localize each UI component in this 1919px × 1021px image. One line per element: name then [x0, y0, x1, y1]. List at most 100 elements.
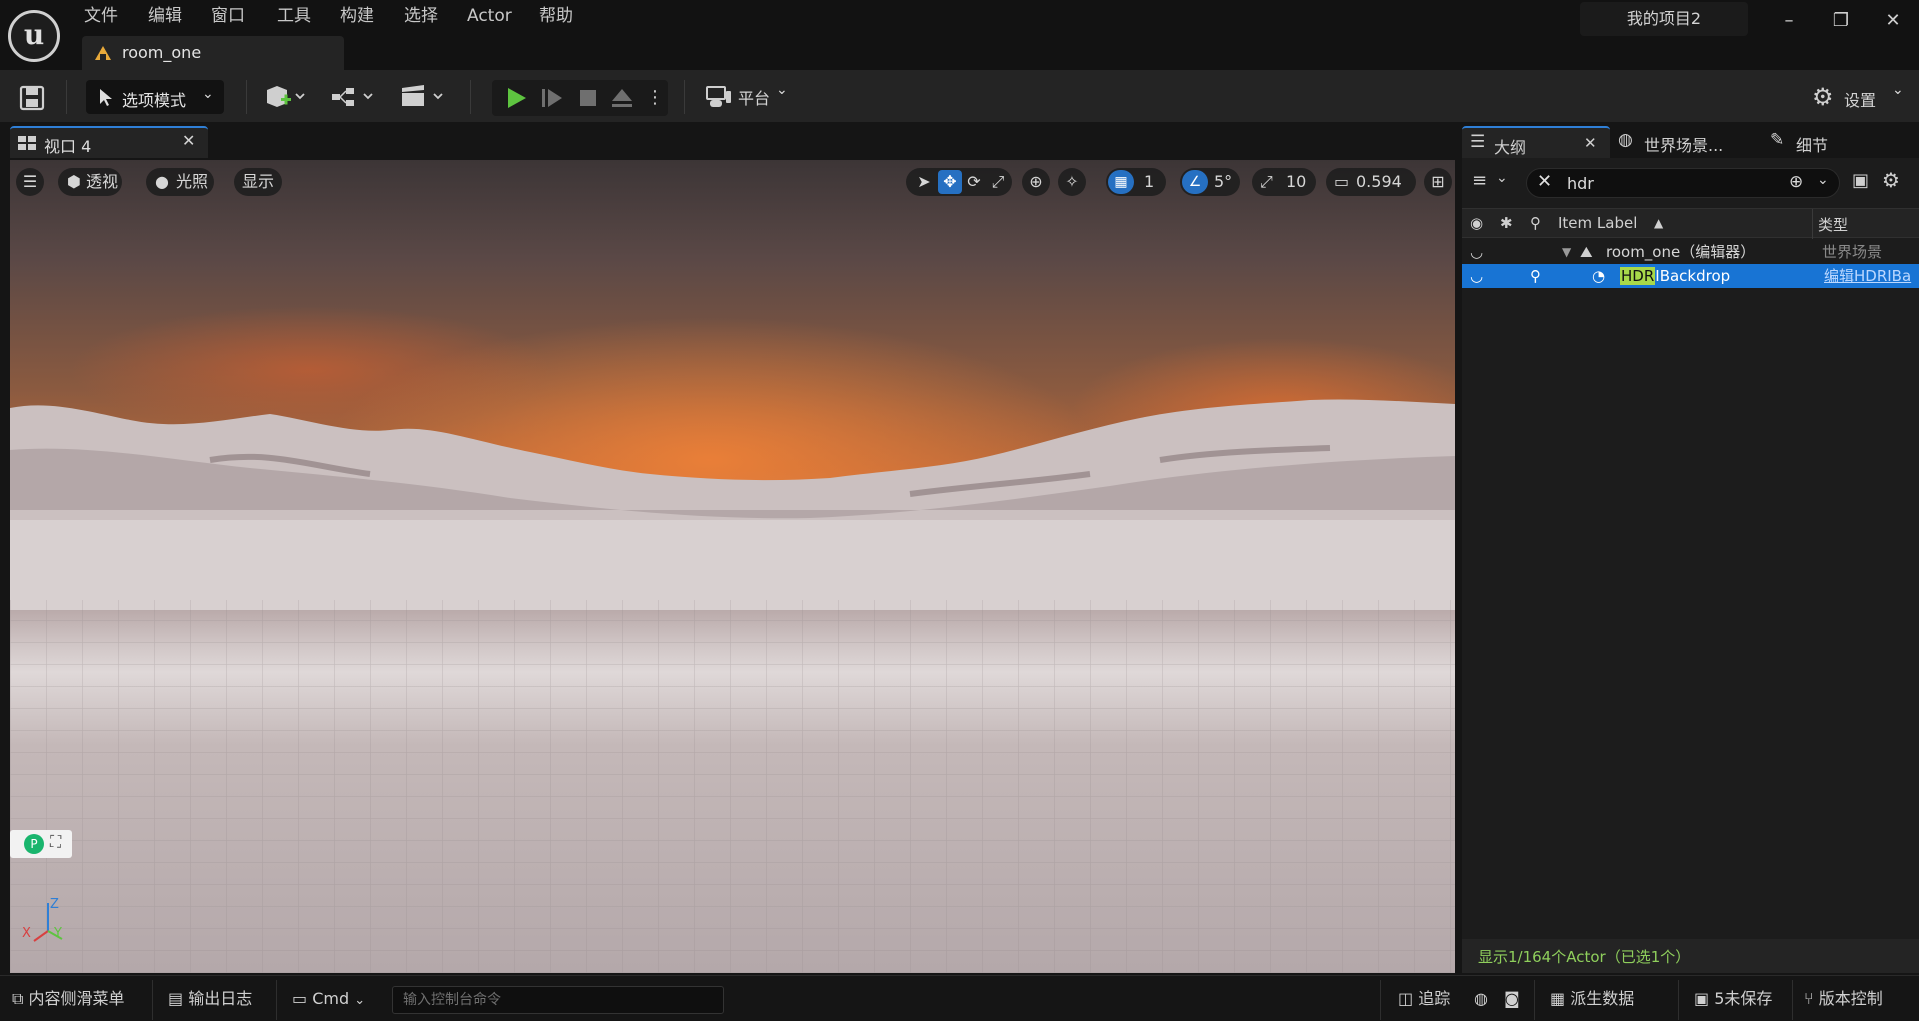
- world-space-icon[interactable]: ⊕: [1022, 168, 1050, 196]
- output-log-label: 输出日志: [188, 989, 253, 1008]
- content-drawer-button[interactable]: ⧉ 内容侧滑菜单: [12, 984, 125, 1014]
- add-folder-icon[interactable]: ▣: [1852, 170, 1869, 191]
- log-icon: ▤: [168, 989, 184, 1008]
- add-filter-icon[interactable]: ⊕: [1789, 172, 1803, 192]
- chevron-down-icon[interactable]: ⌄: [1817, 172, 1829, 188]
- globe-icon: ◍: [1618, 130, 1633, 150]
- tab-outliner[interactable]: ☰ 大纲 ✕: [1462, 126, 1610, 158]
- status-bottom-bar: ⧉ 内容侧滑菜单 ▤ 输出日志 ▭ Cmd ⌄ ◫ 追踪 ◍ ◙ ▦ 派生数据 …: [0, 975, 1919, 1021]
- bottom-separator: [1678, 980, 1679, 1020]
- source-control-button[interactable]: ⑂ 版本控制: [1804, 984, 1883, 1014]
- advance-frame-icon[interactable]: [540, 86, 564, 110]
- platform-icon: [706, 86, 731, 107]
- live-coding-icon[interactable]: ◍: [1474, 984, 1488, 1014]
- outliner-column-header: ◉ ✱ ⚲ Item Label ▲ 类型: [1462, 208, 1919, 239]
- more-options-icon[interactable]: ⋮: [646, 84, 664, 112]
- unreal-logo-icon[interactable]: u: [8, 10, 60, 62]
- clear-search-icon[interactable]: ✕: [1537, 171, 1552, 192]
- menu-file[interactable]: 文件: [84, 4, 118, 28]
- derived-data-icon: ▦: [1550, 989, 1566, 1008]
- camera-capture-icon[interactable]: ◙: [1504, 984, 1520, 1014]
- sort-ascending-icon: ▲: [1654, 216, 1664, 230]
- gear-icon[interactable]: ⚙: [1882, 168, 1900, 192]
- stop-icon[interactable]: [576, 86, 600, 110]
- tree-row-type-link[interactable]: 编辑HDRIBa: [1824, 264, 1911, 288]
- rotate-tool-icon[interactable]: ⟳: [962, 168, 986, 196]
- cmd-dropdown[interactable]: ▭ Cmd ⌄: [292, 984, 365, 1014]
- viewport-layout-icon[interactable]: ⊞: [1424, 168, 1452, 196]
- minimize-icon[interactable]: –: [1774, 8, 1804, 34]
- close-window-icon[interactable]: ✕: [1878, 8, 1908, 34]
- menu-help[interactable]: 帮助: [539, 4, 573, 28]
- close-icon[interactable]: ✕: [182, 131, 195, 150]
- lighting-button[interactable]: ● 光照: [146, 168, 214, 196]
- add-actor-icon[interactable]: [264, 82, 308, 112]
- pin-icon[interactable]: ⚲: [1530, 264, 1541, 288]
- axis-z-label: Z: [50, 897, 59, 912]
- viewport-tab[interactable]: 视口 4 ✕: [10, 126, 208, 158]
- tab-world-settings[interactable]: ◍ 世界场景...: [1618, 126, 1748, 158]
- mode-dropdown[interactable]: 选项模式 ⌄: [86, 80, 224, 114]
- pin-column-icon[interactable]: ⚲: [1530, 214, 1541, 232]
- surface-snap-icon[interactable]: ✧: [1058, 168, 1086, 196]
- filter-dropdown[interactable]: ≡ ⌄: [1472, 170, 1518, 198]
- toolbar-separator: [470, 80, 471, 114]
- trace-button[interactable]: ◫ 追踪: [1398, 984, 1450, 1014]
- bottom-separator: [1792, 980, 1793, 1020]
- play-icon[interactable]: [504, 86, 528, 110]
- restore-icon[interactable]: ❐: [1826, 8, 1856, 34]
- floating-widget[interactable]: P ⛶: [10, 830, 72, 858]
- scale-tool-icon[interactable]: ⤢: [986, 168, 1010, 196]
- favorite-column-icon[interactable]: ✱: [1500, 214, 1513, 232]
- console-command-box[interactable]: [392, 986, 724, 1014]
- actor-count-status: 显示1/164个Actor（已选1个）: [1478, 948, 1691, 966]
- rotation-snap-icon: ∠: [1182, 170, 1208, 194]
- visibility-column-icon[interactable]: ◉: [1470, 214, 1483, 232]
- tree-row-world[interactable]: ◡ ▼ ⛰ room_one（编辑器） 世界场景: [1462, 240, 1919, 264]
- camera-speed-control[interactable]: ▭ 0.594: [1326, 168, 1416, 196]
- visibility-eye-icon[interactable]: ◡: [1470, 264, 1483, 288]
- select-tool-icon[interactable]: ➤: [912, 168, 936, 196]
- show-button[interactable]: 显示: [234, 168, 282, 196]
- search-input[interactable]: [1567, 173, 1777, 193]
- type-header[interactable]: 类型: [1818, 214, 1848, 235]
- perspective-button[interactable]: ⬢ 透视: [58, 168, 122, 196]
- viewport-options-icon[interactable]: ☰: [16, 168, 44, 196]
- scale-snap-control[interactable]: ⤢ 10: [1252, 168, 1316, 196]
- blueprint-menu-icon[interactable]: [330, 82, 378, 112]
- grid-snap-control[interactable]: ▦ 1: [1106, 168, 1166, 196]
- collapse-arrow-icon[interactable]: ▼: [1562, 240, 1571, 264]
- menu-build[interactable]: 构建: [340, 4, 374, 28]
- menu-edit[interactable]: 编辑: [148, 4, 182, 28]
- derived-data-button[interactable]: ▦ 派生数据: [1550, 984, 1634, 1014]
- visibility-eye-icon[interactable]: ◡: [1470, 240, 1483, 264]
- scale-snap-value: 10: [1286, 172, 1307, 191]
- menu-select[interactable]: 选择: [404, 4, 438, 28]
- eject-icon[interactable]: [610, 86, 634, 110]
- save-icon[interactable]: [18, 84, 46, 112]
- column-divider[interactable]: [1812, 209, 1813, 239]
- menu-tools[interactable]: 工具: [277, 4, 311, 28]
- tab-world-settings-label: 世界场景...: [1644, 136, 1724, 155]
- tree-row-hdri-backdrop[interactable]: ◡ ⚲ ◔ HDRIBackdrop 编辑HDRIBa: [1462, 264, 1919, 288]
- unsaved-button[interactable]: ▣ 5未保存: [1694, 984, 1772, 1014]
- content-drawer-icon: ⧉: [12, 989, 24, 1008]
- search-match-highlight: HDR: [1620, 267, 1656, 285]
- chevron-down-icon: ⌄: [776, 82, 788, 98]
- cinematics-menu-icon[interactable]: [400, 82, 448, 112]
- level-document-tab[interactable]: room_one: [82, 36, 344, 70]
- output-log-button[interactable]: ▤ 输出日志: [168, 984, 252, 1014]
- tab-details[interactable]: ✎ 细节: [1770, 126, 1890, 158]
- item-label-header[interactable]: Item Label: [1558, 214, 1637, 232]
- menu-window[interactable]: 窗口: [211, 4, 245, 28]
- level-viewport[interactable]: ☰ ⬢ 透视 ● 光照 显示 ➤ ✥ ⟳ ⤢ ⊕ ✧ ▦ 1 ∠ 5° ⤢ 10…: [10, 160, 1455, 973]
- outliner-search[interactable]: ✕ ⊕ ⌄: [1526, 168, 1840, 198]
- close-icon[interactable]: ✕: [1584, 134, 1597, 152]
- move-tool-icon[interactable]: ✥: [938, 170, 962, 194]
- console-input[interactable]: [403, 991, 703, 1009]
- menu-actor[interactable]: Actor: [467, 4, 512, 28]
- clapperboard-icon: [402, 85, 443, 106]
- rotation-snap-control[interactable]: ∠ 5°: [1180, 168, 1240, 196]
- terrain-mountains: [10, 399, 1455, 610]
- trace-label: 追踪: [1418, 989, 1451, 1008]
